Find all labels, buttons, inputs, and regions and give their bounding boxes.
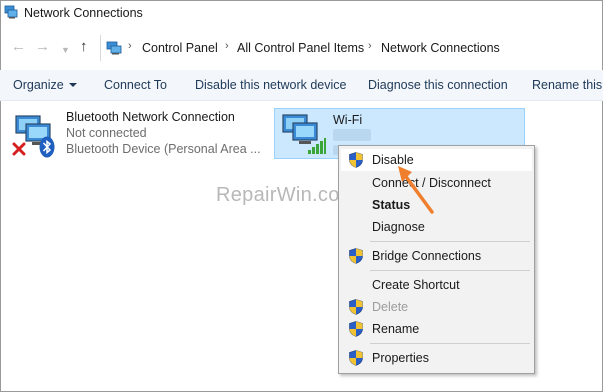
menu-item-properties[interactable]: Properties: [341, 347, 532, 369]
menu-item-label: Create Shortcut: [372, 278, 460, 292]
uac-shield-icon: [349, 248, 363, 264]
organize-label: Organize: [13, 78, 64, 92]
back-arrow-icon[interactable]: ←: [11, 38, 26, 56]
recent-locations-chevron-icon[interactable]: ▼: [61, 41, 70, 59]
connection-status: Not connected: [66, 126, 147, 140]
uac-shield-icon: [349, 321, 363, 337]
menu-item-label: Properties: [372, 351, 429, 365]
breadcrumb-separator-icon: ›: [225, 40, 229, 52]
uac-shield-icon: [349, 350, 363, 366]
forward-arrow-icon[interactable]: →: [35, 38, 50, 56]
signal-bars-icon: [308, 138, 326, 154]
menu-item-label: Rename: [372, 322, 420, 336]
connect-to-button[interactable]: Connect To: [104, 78, 167, 92]
chevron-down-icon: [68, 83, 77, 87]
command-bar: Organize Connect To Disable this network…: [0, 70, 603, 101]
network-connections-icon: [4, 5, 18, 19]
menu-item-create-shortcut[interactable]: Create Shortcut: [341, 274, 532, 296]
connection-name: Wi-Fi: [333, 113, 363, 127]
connection-item-bluetooth[interactable]: Bluetooth Network Connection Not connect…: [0, 104, 265, 164]
diagnose-connection-button[interactable]: Diagnose this connection: [368, 78, 508, 92]
breadcrumb-network-connections[interactable]: Network Connections: [381, 41, 500, 55]
breadcrumb-separator-icon: ›: [368, 40, 372, 52]
address-bar[interactable]: › Control Panel › All Control Panel Item…: [100, 35, 603, 61]
annotation-arrow-icon: [398, 166, 434, 214]
menu-separator: [370, 343, 530, 344]
control-panel-icon: [106, 41, 122, 55]
menu-item-bridge-connections[interactable]: Bridge Connections: [341, 245, 532, 267]
up-arrow-icon[interactable]: ↑: [80, 38, 88, 56]
bluetooth-icon: [39, 136, 55, 158]
menu-item-label: Bridge Connections: [372, 249, 482, 263]
rename-button[interactable]: Rename this: [532, 78, 602, 92]
disconnected-x-icon: [12, 142, 26, 156]
breadcrumb-control-panel[interactable]: Control Panel: [142, 41, 218, 55]
window-title: Network Connections: [24, 6, 143, 20]
menu-separator: [370, 270, 530, 271]
menu-item-delete: Delete: [341, 296, 532, 318]
connection-device: Bluetooth Device (Personal Area ...: [66, 142, 261, 156]
navigation-bar: ← → ▼ ↑ › Control Panel › All Control Pa…: [0, 34, 603, 62]
connection-name: Bluetooth Network Connection: [66, 110, 235, 124]
menu-separator: [370, 241, 530, 242]
uac-shield-icon: [349, 299, 363, 315]
redacted-network-name: [333, 129, 371, 141]
organize-menu[interactable]: Organize: [13, 78, 77, 92]
watermark-text: RepairWin.com: [216, 184, 357, 206]
breadcrumb-separator-icon: ›: [128, 40, 132, 52]
breadcrumb-all-items[interactable]: All Control Panel Items: [237, 41, 364, 55]
title-bar: Network Connections: [0, 0, 603, 28]
disable-device-button[interactable]: Disable this network device: [195, 78, 346, 92]
menu-item-label: Delete: [372, 300, 409, 314]
menu-item-label: Diagnose: [372, 220, 425, 234]
uac-shield-icon: [349, 152, 363, 168]
menu-item-rename[interactable]: Rename: [341, 318, 532, 340]
